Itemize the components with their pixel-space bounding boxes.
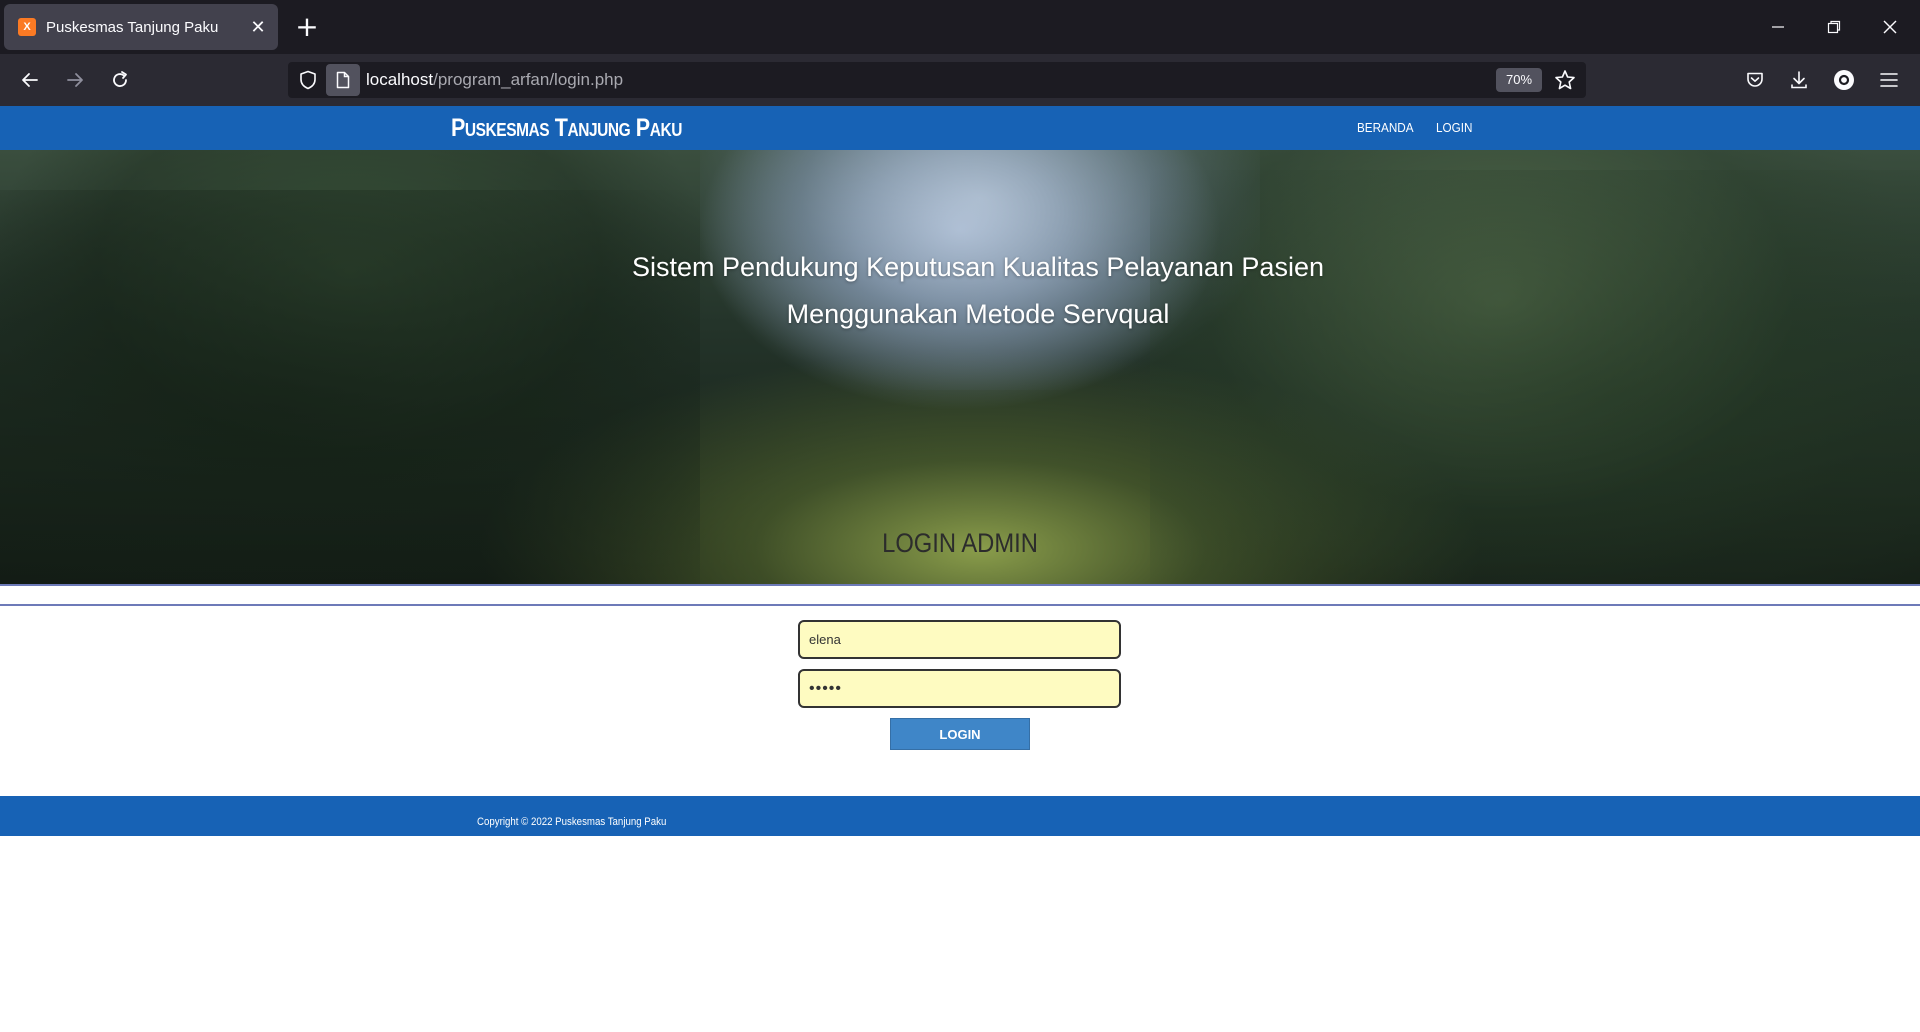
page-icon[interactable] [326, 64, 360, 96]
password-input[interactable]: ••••• [798, 669, 1121, 708]
hero-forest-left [0, 190, 700, 584]
hero-forest-right [1150, 170, 1920, 584]
pocket-icon[interactable] [1738, 63, 1772, 97]
bookmark-star-icon[interactable] [1552, 68, 1578, 92]
zoom-level-button[interactable]: 70% [1496, 68, 1542, 92]
download-icon[interactable] [1782, 63, 1816, 97]
restore-window-icon[interactable] [1806, 0, 1862, 54]
back-arrow-icon[interactable] [13, 63, 47, 97]
url-host: localhost [366, 70, 434, 89]
close-window-icon[interactable] [1862, 0, 1918, 54]
site-header: Puskesmas Tanjung Paku BERANDA LOGIN [0, 106, 1920, 150]
site-footer: Copyright © 2022 Puskesmas Tanjung Paku [0, 796, 1920, 836]
browser-tab[interactable]: X Puskesmas Tanjung Paku ✕ [4, 4, 278, 50]
hero-title-line1: Sistem Pendukung Keputusan Kualitas Pela… [632, 252, 1324, 282]
favicon-icon: X [18, 18, 36, 36]
page-bottom-whitespace [0, 836, 1920, 926]
hero-banner: Sistem Pendukung Keputusan Kualitas Pela… [0, 150, 1920, 584]
login-title: LOGIN ADMIN [882, 528, 1038, 558]
browser-tab-bar: X Puskesmas Tanjung Paku ✕ + [0, 0, 1920, 54]
section-divider-bottom [0, 604, 1920, 606]
nav-link-login[interactable]: LOGIN [1436, 106, 1472, 150]
new-tab-button[interactable]: + [292, 12, 322, 42]
copyright-text: Copyright © 2022 Puskesmas Tanjung Paku [477, 816, 667, 828]
forward-arrow-icon[interactable] [58, 63, 92, 97]
page-content: Puskesmas Tanjung Paku BERANDA LOGIN Sis… [0, 106, 1920, 1032]
browser-toolbar: localhost/program_arfan/login.php 70% [0, 54, 1920, 106]
site-brand[interactable]: Puskesmas Tanjung Paku [451, 106, 682, 150]
reload-icon[interactable] [103, 63, 137, 97]
hero-title-line2: Menggunakan Metode Servqual [786, 299, 1170, 329]
account-icon[interactable] [1827, 63, 1861, 97]
minimize-window-icon[interactable] [1750, 0, 1806, 54]
url-text[interactable]: localhost/program_arfan/login.php [366, 62, 623, 98]
login-button[interactable]: LOGIN [890, 718, 1030, 750]
url-path: /program_arfan/login.php [433, 70, 624, 89]
section-divider-top [0, 584, 1920, 586]
hamburger-menu-icon[interactable] [1872, 63, 1906, 97]
close-tab-icon[interactable]: ✕ [248, 17, 268, 37]
shield-icon[interactable] [296, 68, 320, 92]
tab-title: Puskesmas Tanjung Paku [46, 18, 219, 36]
username-input[interactable]: elena [798, 620, 1121, 659]
address-bar[interactable]: localhost/program_arfan/login.php 70% [288, 62, 1586, 98]
nav-link-beranda[interactable]: BERANDA [1357, 106, 1414, 150]
